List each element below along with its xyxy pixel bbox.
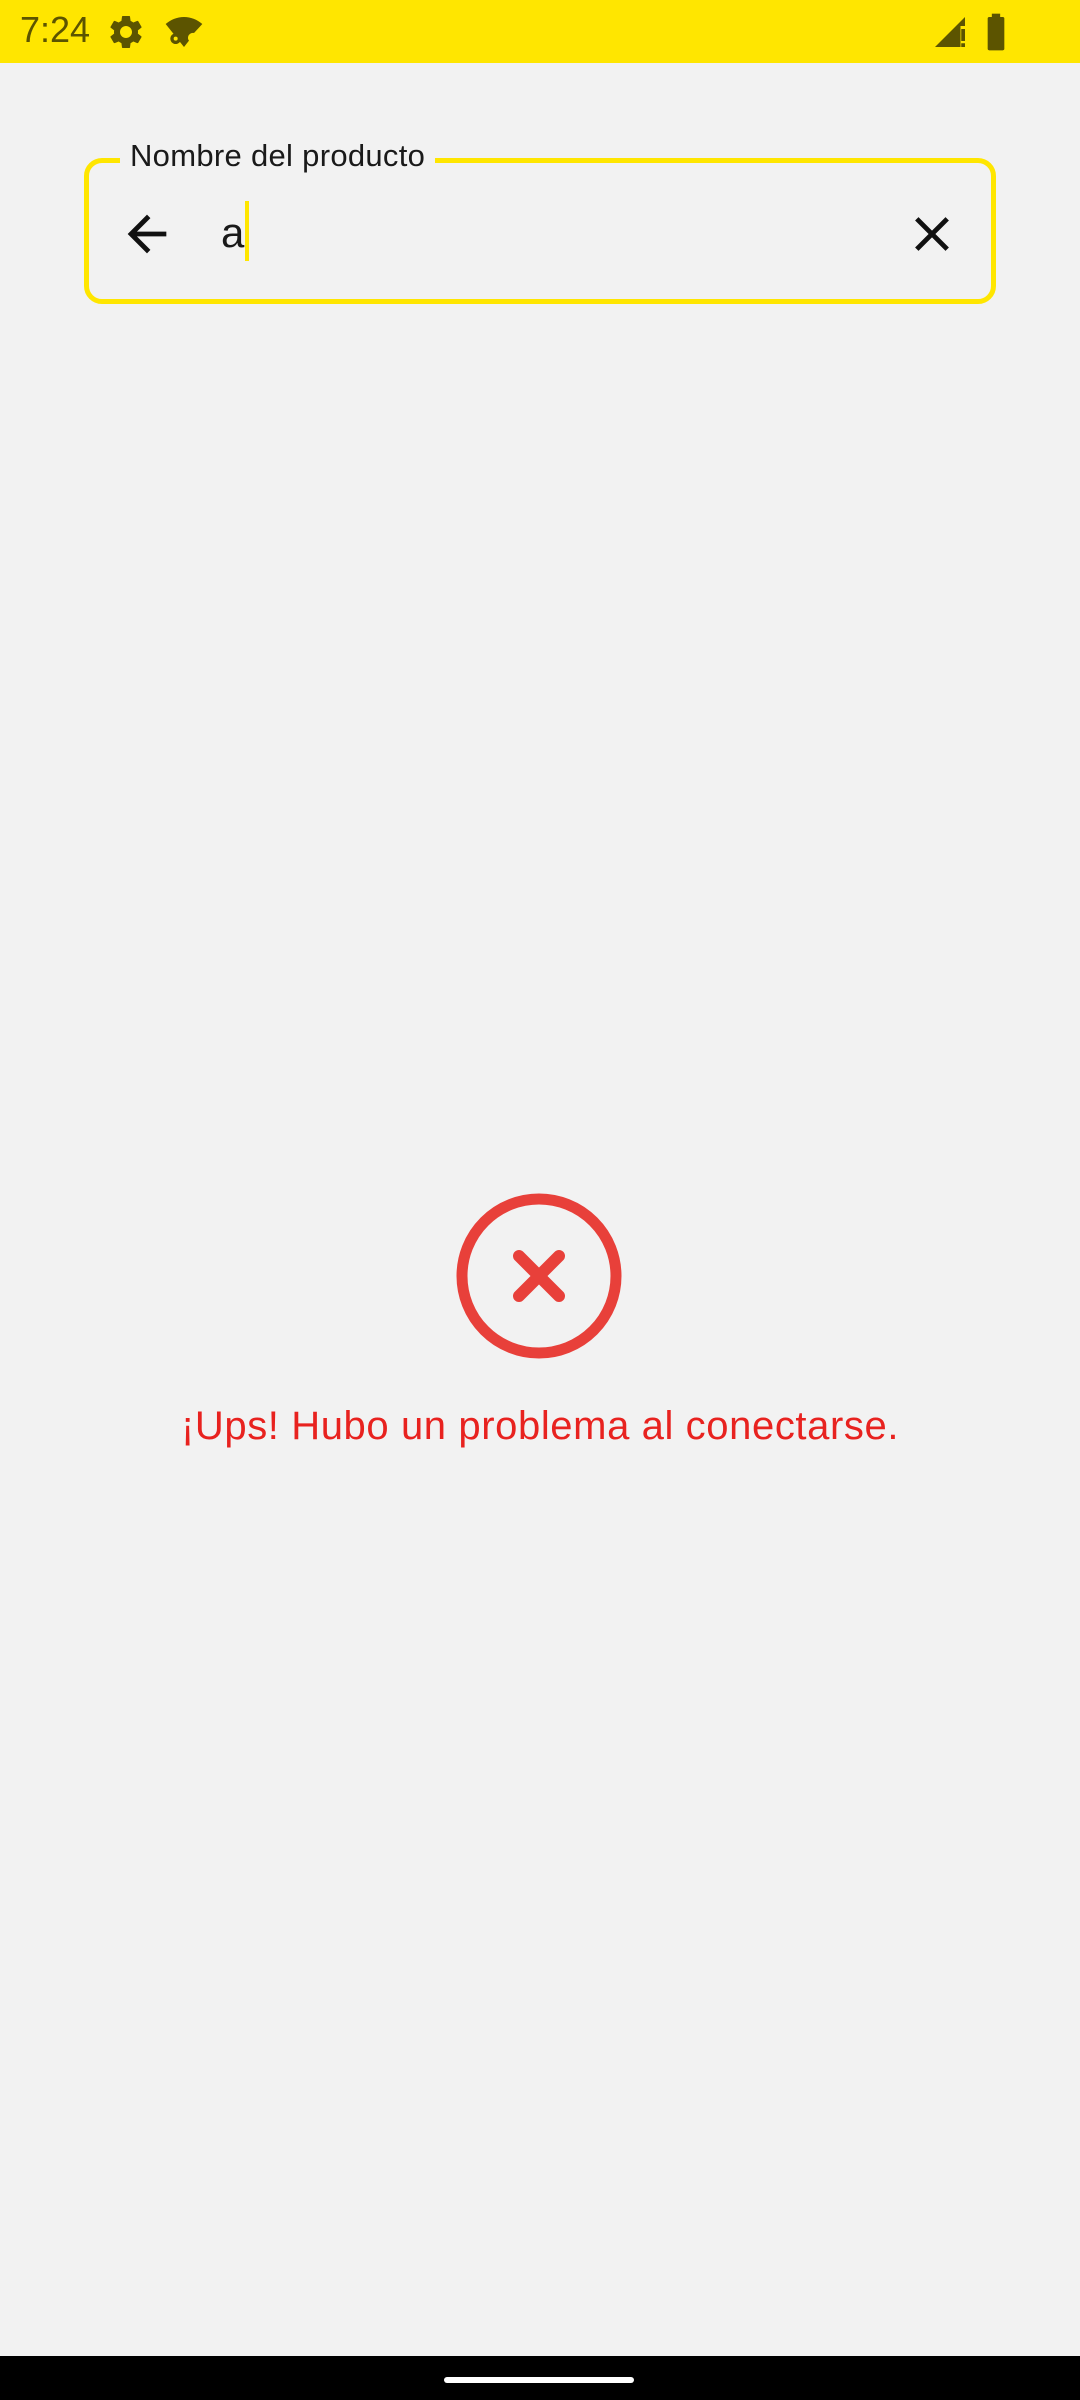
- gear-icon: [110, 15, 142, 48]
- battery-icon: [987, 13, 1005, 51]
- home-handle[interactable]: [444, 2377, 634, 2383]
- back-arrow-icon[interactable]: [118, 205, 176, 263]
- error-circle-x-icon: [456, 1193, 622, 1359]
- text-cursor: [245, 201, 249, 261]
- field-label: Nombre del producto: [120, 138, 436, 174]
- wifi-settings-icon: [165, 17, 203, 47]
- error-message: ¡Ups! Hubo un problema al conectarse.: [180, 1404, 900, 1448]
- status-bar: 7:24: [0, 0, 1080, 63]
- signal-icon: [935, 17, 965, 47]
- close-icon[interactable]: [903, 205, 961, 263]
- search-input[interactable]: a: [221, 205, 244, 261]
- status-time: 7:24: [20, 9, 91, 50]
